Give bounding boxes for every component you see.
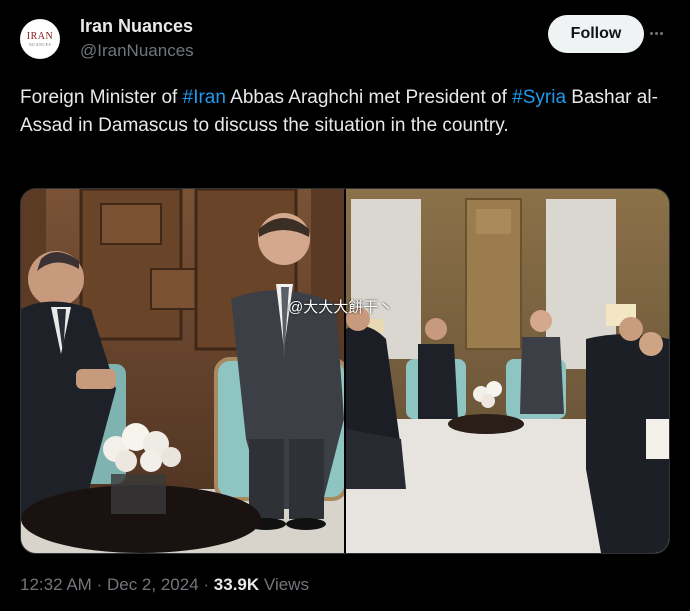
views-count: 33.9K — [213, 575, 260, 594]
watermark: @大大大餅干丶 — [288, 299, 394, 316]
photo-right-illustration — [346, 189, 669, 553]
more-dots-icon[interactable] — [650, 26, 668, 40]
photo-left[interactable] — [21, 189, 344, 553]
views-label: Views — [263, 575, 309, 594]
avatar[interactable]: IRAN NUANCES — [20, 19, 60, 59]
account-name[interactable]: Iran Nuances — [80, 16, 193, 37]
hashtag-syria[interactable]: #Syria — [512, 87, 566, 108]
media-container: @大大大餅干丶 — [20, 188, 670, 554]
tweet-time[interactable]: 12:32 AM — [20, 575, 92, 594]
tweet-meta: 12:32 AM · Dec 2, 2024 · 33.9K Views — [20, 575, 309, 594]
tweet-date[interactable]: Dec 2, 2024 — [107, 575, 199, 594]
hashtag-iran[interactable]: #Iran — [183, 87, 226, 108]
tweet-text: Foreign Minister of #Iran Abbas Araghchi… — [20, 87, 658, 136]
account-handle[interactable]: @IranNuances — [80, 41, 194, 61]
follow-button[interactable]: Follow — [548, 15, 644, 53]
photo-right[interactable] — [346, 189, 669, 553]
photo-left-illustration — [21, 189, 344, 553]
avatar-logo: IRAN NUANCES — [26, 30, 54, 47]
